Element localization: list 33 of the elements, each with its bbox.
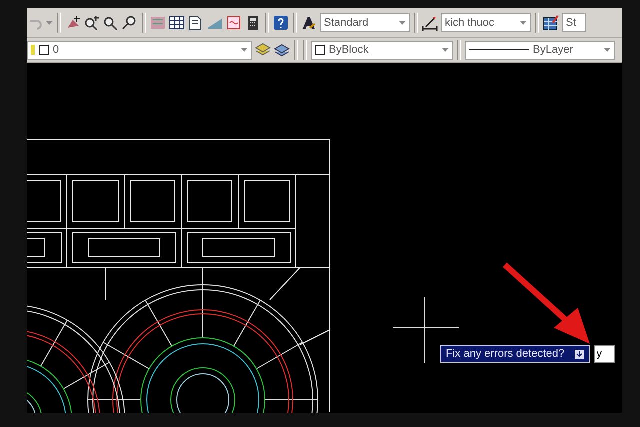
- style-combo[interactable]: St: [562, 13, 586, 32]
- color-swatch-icon: [39, 45, 49, 55]
- layers-icon[interactable]: [255, 42, 271, 58]
- color-combo[interactable]: ByBlock: [311, 40, 453, 60]
- table-style-icon[interactable]: [543, 14, 559, 30]
- style-combo[interactable]: kich thuoc: [441, 13, 531, 32]
- zoom-window-icon[interactable]: [103, 14, 119, 30]
- zoom-previous-icon[interactable]: [122, 14, 138, 30]
- layer-combo[interactable]: 0: [27, 40, 252, 60]
- caret-icon: [399, 20, 406, 24]
- caret-icon: [241, 48, 248, 52]
- caret-icon: [46, 20, 53, 24]
- color-swatch-icon: [315, 45, 325, 55]
- layer-stack-icon[interactable]: [274, 42, 290, 58]
- grid-icon[interactable]: [169, 14, 185, 30]
- markup-icon[interactable]: [226, 14, 242, 30]
- dimension-icon[interactable]: [422, 14, 438, 30]
- caret-icon: [520, 20, 527, 24]
- lightbulb-icon: [31, 45, 35, 55]
- help-icon[interactable]: [273, 14, 289, 30]
- style-combo[interactable]: Standard: [320, 13, 410, 32]
- caret-icon: [604, 48, 611, 52]
- input-field[interactable]: y: [594, 345, 615, 363]
- zoom-in-icon[interactable]: [84, 14, 100, 30]
- crosshair-icon: [393, 297, 459, 363]
- linetype-combo[interactable]: ByLayer: [465, 40, 615, 60]
- line-sample-icon: [469, 49, 529, 51]
- calculator-icon[interactable]: [245, 14, 261, 30]
- document-icon[interactable]: [188, 14, 204, 30]
- command-prompt: Fix any errors detected?: [440, 345, 590, 363]
- caret-icon: [442, 48, 449, 52]
- text-style-icon[interactable]: [301, 14, 317, 30]
- download-icon: [574, 350, 584, 358]
